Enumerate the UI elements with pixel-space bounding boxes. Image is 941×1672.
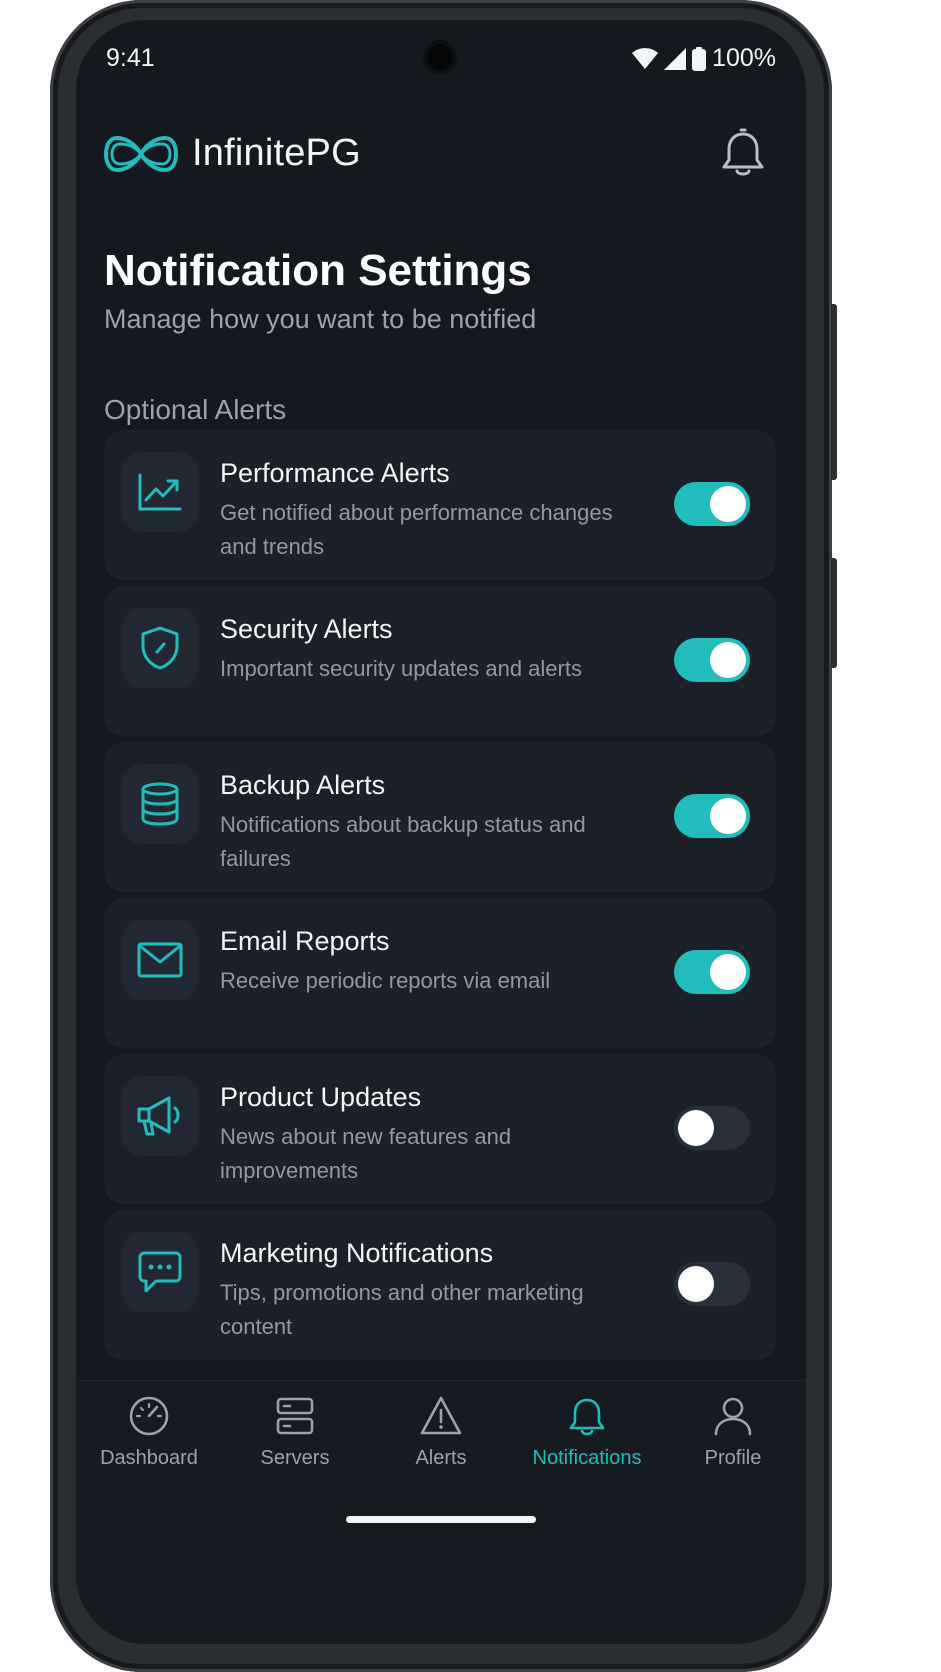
- front-camera: [423, 40, 457, 74]
- toggle-knob: [678, 1110, 714, 1146]
- setting-description: News about new features and improvements: [220, 1124, 512, 1183]
- gauge-icon: [129, 1396, 169, 1436]
- setting-title: Performance Alerts: [220, 458, 450, 488]
- chart-trending-up-icon: [122, 452, 198, 532]
- wifi-icon: [632, 47, 659, 69]
- battery-icon: [692, 46, 707, 71]
- backup-alerts-toggle[interactable]: [674, 794, 750, 838]
- power-button: [831, 558, 837, 668]
- nav-profile[interactable]: Profile: [668, 1395, 798, 1470]
- nav-notifications[interactable]: Notifications: [522, 1395, 652, 1470]
- page-title: Notification Settings: [104, 246, 532, 295]
- security-alerts-toggle[interactable]: [674, 638, 750, 682]
- setting-title: Security Alerts: [220, 614, 393, 644]
- screen: 9:41 100% InfinitePG Notification Settin…: [76, 20, 806, 1644]
- setting-product-updates: Product Updates News about new features …: [104, 1054, 776, 1204]
- infinity-logo-icon: [104, 135, 178, 172]
- home-indicator[interactable]: [346, 1516, 536, 1523]
- product-updates-toggle[interactable]: [674, 1106, 750, 1150]
- email-reports-toggle[interactable]: [674, 950, 750, 994]
- nav-label: Alerts: [415, 1447, 467, 1469]
- toggle-knob: [710, 954, 746, 990]
- chat-bubble-icon: [122, 1232, 198, 1312]
- bell-icon: [569, 1398, 605, 1436]
- megaphone-icon: [122, 1076, 198, 1156]
- server-icon: [276, 1397, 314, 1435]
- cellular-signal-icon: [664, 47, 687, 70]
- setting-description: Tips, promotions and other marketing con…: [220, 1280, 584, 1339]
- warning-triangle-icon: [420, 1396, 462, 1435]
- brand-name: InfinitePG: [192, 132, 361, 174]
- nav-servers[interactable]: Servers: [230, 1395, 360, 1470]
- setting-title: Backup Alerts: [220, 770, 386, 800]
- setting-backup-alerts: Backup Alerts Notifications about backup…: [104, 742, 776, 892]
- setting-description: Important security updates and alerts: [220, 656, 582, 681]
- marketing-notifications-toggle[interactable]: [674, 1262, 750, 1306]
- setting-security-alerts: Security Alerts Important security updat…: [104, 586, 776, 736]
- nav-dashboard[interactable]: Dashboard: [84, 1395, 214, 1470]
- toggle-knob: [710, 798, 746, 834]
- nav-label: Notifications: [532, 1447, 642, 1469]
- page-subtitle: Manage how you want to be notified: [104, 304, 537, 334]
- setting-title: Email Reports: [220, 926, 390, 956]
- setting-description: Notifications about backup status and fa…: [220, 812, 586, 871]
- nav-label: Dashboard: [100, 1447, 198, 1469]
- nav-label: Servers: [260, 1447, 330, 1469]
- nav-label: Profile: [704, 1447, 762, 1469]
- bottom-nav: Dashboard Servers Alerts Notifications P…: [76, 1380, 806, 1644]
- toggle-knob: [678, 1266, 714, 1302]
- person-icon: [714, 1397, 752, 1436]
- nav-alerts[interactable]: Alerts: [376, 1395, 506, 1470]
- status-icons: 100%: [632, 44, 776, 73]
- toggle-knob: [710, 642, 746, 678]
- settings-list: Performance Alerts Get notified about pe…: [104, 430, 776, 1366]
- performance-alerts-toggle[interactable]: [674, 482, 750, 526]
- setting-title: Marketing Notifications: [220, 1238, 494, 1268]
- brand: InfinitePG: [104, 132, 361, 175]
- volume-button: [831, 304, 837, 480]
- database-icon: [122, 764, 198, 844]
- setting-email-reports: Email Reports Receive periodic reports v…: [104, 898, 776, 1048]
- toggle-knob: [710, 486, 746, 522]
- setting-description: Receive periodic reports via email: [220, 968, 551, 993]
- battery-level: 100%: [712, 44, 776, 72]
- setting-description: Get notified about performance changes a…: [220, 500, 613, 559]
- setting-performance-alerts: Performance Alerts Get notified about pe…: [104, 430, 776, 580]
- envelope-icon: [122, 920, 198, 1000]
- setting-title: Product Updates: [220, 1082, 422, 1112]
- shield-check-icon: [122, 608, 198, 688]
- section-label: Optional Alerts: [104, 394, 287, 425]
- status-time: 9:41: [106, 44, 155, 72]
- setting-marketing-notifications: Marketing Notifications Tips, promotions…: [104, 1210, 776, 1360]
- header-bell-icon[interactable]: [720, 128, 766, 178]
